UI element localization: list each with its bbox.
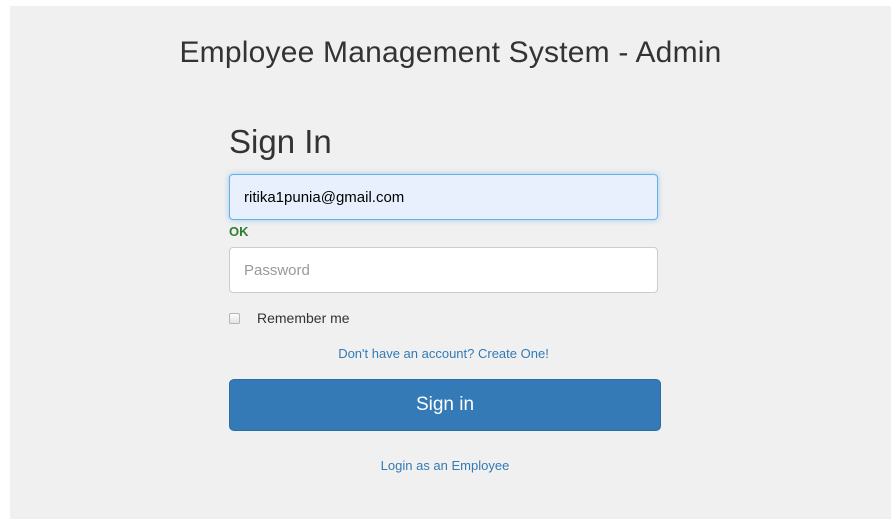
remember-me-checkbox[interactable] bbox=[229, 312, 240, 324]
employee-login-link[interactable]: Login as an Employee bbox=[229, 458, 661, 473]
app-title: Employee Management System - Admin bbox=[179, 36, 722, 69]
remember-me-row[interactable]: Remember me bbox=[229, 310, 350, 326]
password-field[interactable] bbox=[229, 247, 658, 293]
email-field[interactable] bbox=[229, 174, 658, 220]
email-valid-text: OK bbox=[229, 224, 249, 239]
remember-me-label: Remember me bbox=[257, 310, 350, 326]
login-panel: Employee Management System - Admin Sign … bbox=[10, 6, 891, 519]
sign-in-heading: Sign In bbox=[229, 123, 332, 160]
sign-in-button[interactable]: Sign in bbox=[229, 379, 661, 431]
create-account-link[interactable]: Don't have an account? Create One! bbox=[229, 346, 658, 361]
